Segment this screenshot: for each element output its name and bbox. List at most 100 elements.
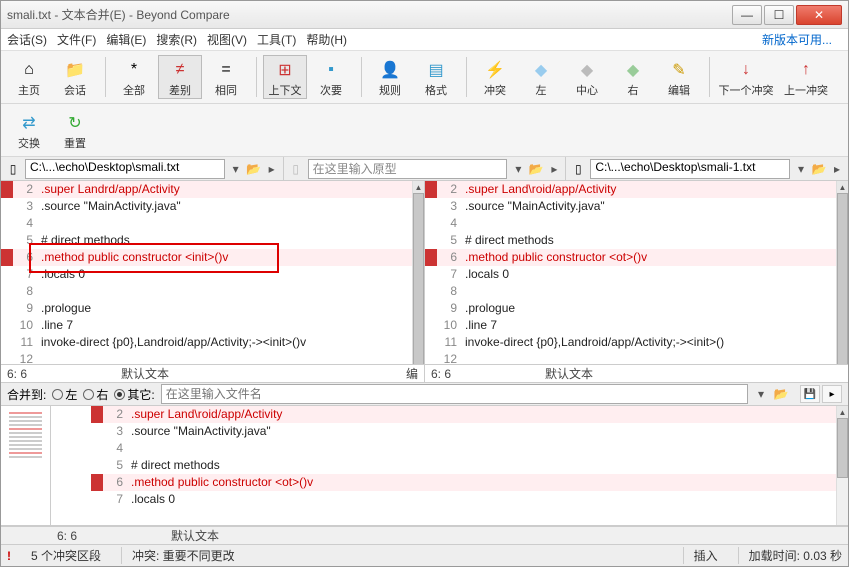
code-line[interactable]: 3.source "MainActivity.java" xyxy=(91,423,836,440)
all-button[interactable]: *全部 xyxy=(112,55,156,99)
chevron-right-icon[interactable]: ▸ xyxy=(830,160,844,178)
code-line[interactable]: 6.method public constructor <ot>()v xyxy=(91,474,836,491)
left-button[interactable]: ◆左 xyxy=(519,55,563,99)
cursor-pos: 6: 6 xyxy=(1,367,121,381)
chevron-right-icon[interactable]: ▸ xyxy=(265,160,279,178)
menu-search[interactable]: 搜索(R) xyxy=(156,31,197,48)
minimize-button[interactable]: — xyxy=(732,5,762,25)
dropdown-icon[interactable]: ▾ xyxy=(794,160,808,178)
menu-tools[interactable]: 工具(T) xyxy=(257,31,296,48)
diff-button[interactable]: ≠差别 xyxy=(158,55,202,99)
merge-code[interactable]: 2.super Land\roid/app/Activity3.source "… xyxy=(51,406,848,525)
not-equal-icon: ≠ xyxy=(176,60,185,80)
code-line[interactable]: 5# direct methods xyxy=(91,457,836,474)
code-line[interactable]: 8 xyxy=(425,283,836,300)
right-button[interactable]: ◆右 xyxy=(611,55,655,99)
swap-icon: ⇄ xyxy=(22,113,35,133)
code-line[interactable]: 9.prologue xyxy=(425,300,836,317)
code-line[interactable]: 9.prologue xyxy=(1,300,412,317)
merge-thumbnail[interactable] xyxy=(1,406,51,525)
menu-session[interactable]: 会话(S) xyxy=(7,31,47,48)
update-link[interactable]: 新版本可用... xyxy=(762,31,832,48)
code-line[interactable]: 3.source "MainActivity.java" xyxy=(1,198,412,215)
merge-other-radio[interactable]: 其它: xyxy=(114,386,154,403)
code-line[interactable]: 2.super Landrd/app/Activity xyxy=(1,181,412,198)
code-line[interactable]: 7.locals 0 xyxy=(425,266,836,283)
code-line[interactable]: 6.method public constructor <init>()v xyxy=(1,249,412,266)
code-line[interactable]: 2.super Land\roid/app/Activity xyxy=(425,181,836,198)
conflict-button[interactable]: ⚡冲突 xyxy=(473,55,517,99)
load-time: 加载时间: 0.03 秒 xyxy=(738,547,842,564)
lightning-icon: ⚡ xyxy=(485,60,505,80)
scrollbar[interactable]: ▲ xyxy=(836,181,848,364)
left-path-cell: ▯ C:\...\echo\Desktop\smali.txt ▾ 📂 ▸ xyxy=(1,157,284,180)
code-line[interactable]: 12 xyxy=(1,351,412,364)
center-path-input[interactable]: 在这里输入原型 xyxy=(308,159,508,179)
rules-button[interactable]: 👤规则 xyxy=(368,55,412,99)
merge-status: 6: 6 默认文本 xyxy=(1,526,848,544)
scroll-up-icon[interactable]: ▲ xyxy=(413,181,424,193)
menu-file[interactable]: 文件(F) xyxy=(57,31,96,48)
context-button[interactable]: ⊞上下文 xyxy=(263,55,307,99)
maximize-button[interactable]: ☐ xyxy=(764,5,794,25)
center-button[interactable]: ◆中心 xyxy=(565,55,609,99)
secondary-toolbar: ⇄交换 ↻重置 xyxy=(1,104,848,157)
code-line[interactable]: 6.method public constructor <ot>()v xyxy=(425,249,836,266)
right-code[interactable]: 2.super Land\roid/app/Activity3.source "… xyxy=(425,181,848,364)
code-line[interactable]: 4 xyxy=(425,215,836,232)
merge-left-radio[interactable]: 左 xyxy=(52,386,77,403)
browse-icon[interactable]: 📂 xyxy=(812,160,826,178)
chevron-right-icon[interactable]: ▸ xyxy=(547,160,561,178)
code-line[interactable]: 11invoke-direct {p0},Landroid/app/Activi… xyxy=(425,334,836,351)
code-line[interactable]: 10.line 7 xyxy=(425,317,836,334)
scrollbar[interactable]: ▲ xyxy=(836,406,848,525)
code-line[interactable]: 7.locals 0 xyxy=(91,491,836,508)
folder-icon: 📁 xyxy=(65,60,85,80)
code-line[interactable]: 4 xyxy=(1,215,412,232)
right-path-input[interactable]: C:\...\echo\Desktop\smali-1.txt xyxy=(590,159,790,179)
save-icon[interactable]: 💾 xyxy=(800,385,820,403)
code-line[interactable]: 11invoke-direct {p0},Landroid/app/Activi… xyxy=(1,334,412,351)
menu-help[interactable]: 帮助(H) xyxy=(306,31,347,48)
refresh-icon: ↻ xyxy=(68,113,81,133)
swap-button[interactable]: ⇄交换 xyxy=(7,108,51,152)
same-button[interactable]: =相同 xyxy=(204,55,248,99)
code-line[interactable]: 4 xyxy=(91,440,836,457)
recompare-button[interactable]: ↻重置 xyxy=(53,108,97,152)
dropdown-icon[interactable]: ▾ xyxy=(511,160,525,178)
left-code[interactable]: 2.super Landrd/app/Activity3.source "Mai… xyxy=(1,181,424,364)
home-button[interactable]: ⌂主页 xyxy=(7,55,51,99)
code-line[interactable]: 3.source "MainActivity.java" xyxy=(425,198,836,215)
scroll-up-icon[interactable]: ▲ xyxy=(837,406,848,418)
code-line[interactable]: 12 xyxy=(425,351,836,364)
minor-button[interactable]: ▪次要 xyxy=(309,55,353,99)
code-line[interactable]: 8 xyxy=(1,283,412,300)
prev-conflict-button[interactable]: ↑上一冲突 xyxy=(778,55,834,99)
dropdown-icon[interactable]: ▾ xyxy=(754,385,768,403)
merge-filename-input[interactable] xyxy=(161,384,748,404)
code-line[interactable]: 2.super Land\roid/app/Activity xyxy=(91,406,836,423)
browse-icon[interactable]: 📂 xyxy=(774,385,788,403)
scroll-up-icon[interactable]: ▲ xyxy=(837,181,848,193)
browse-icon[interactable]: 📂 xyxy=(529,160,543,178)
close-button[interactable]: ✕ xyxy=(796,5,842,25)
code-line[interactable]: 10.line 7 xyxy=(1,317,412,334)
dropdown-icon[interactable]: ▾ xyxy=(229,160,243,178)
next-conflict-button[interactable]: ↓下一个冲突 xyxy=(716,55,776,99)
menu-edit[interactable]: 编辑(E) xyxy=(106,31,146,48)
code-line[interactable]: 5# direct methods xyxy=(425,232,836,249)
diamond-icon: ◆ xyxy=(535,60,547,80)
insert-mode: 插入 xyxy=(683,547,718,564)
edit-button[interactable]: ✎编辑 xyxy=(657,55,701,99)
format-button[interactable]: ▤格式 xyxy=(414,55,458,99)
browse-icon[interactable]: 📂 xyxy=(247,160,261,178)
diamond-icon: ◆ xyxy=(581,60,593,80)
menu-view[interactable]: 视图(V) xyxy=(207,31,247,48)
scrollbar[interactable]: ▲ xyxy=(412,181,424,364)
code-line[interactable]: 5# direct methods xyxy=(1,232,412,249)
code-line[interactable]: 7.locals 0 xyxy=(1,266,412,283)
chevron-right-icon[interactable]: ▸ xyxy=(822,385,842,403)
merge-right-radio[interactable]: 右 xyxy=(83,386,108,403)
session-button[interactable]: 📁会话 xyxy=(53,55,97,99)
left-path-input[interactable]: C:\...\echo\Desktop\smali.txt xyxy=(25,159,225,179)
